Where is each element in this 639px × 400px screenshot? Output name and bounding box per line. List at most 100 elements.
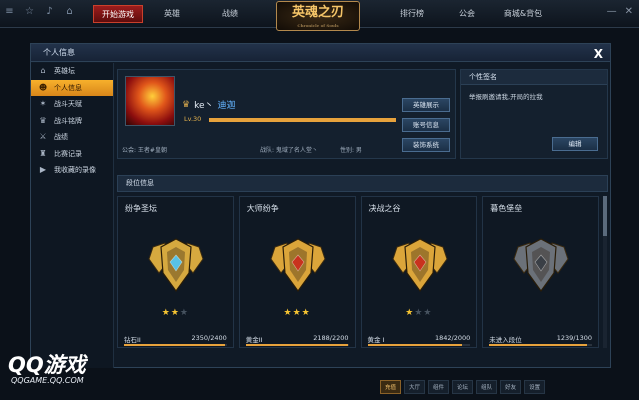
sidebar-item-hero-altar[interactable]: ⌂ 英雄坛 bbox=[31, 63, 113, 80]
rank-progress-bar bbox=[489, 344, 592, 346]
sidebar-item-records[interactable]: ⚔ 战绩 bbox=[31, 129, 113, 146]
star-icon: ★ bbox=[161, 308, 171, 318]
logo-text: 英魂之刃 bbox=[291, 5, 344, 20]
rank-points: 2188/2200 bbox=[313, 334, 349, 342]
player-name-text: ke丶 bbox=[194, 101, 214, 111]
close-window-icon[interactable]: ✕ bbox=[625, 6, 633, 17]
hero-showcase-button[interactable]: 英雄展示 bbox=[402, 98, 450, 112]
sidebar-item-match-history[interactable]: ♜ 比赛记录 bbox=[31, 146, 113, 163]
nav-leaderboard[interactable]: 排行榜 bbox=[395, 5, 429, 23]
level-progress-fill bbox=[209, 118, 396, 122]
nav-start-game[interactable]: 开始游戏 bbox=[93, 5, 143, 23]
nav-shop-bag[interactable]: 商城&背包 bbox=[499, 5, 547, 23]
profile-panel: ♛ ke丶 迪迦 Lv.30 公会: 王者#皇朝 战队: 鬼域了名人堂丶 性别:… bbox=[117, 69, 456, 159]
rank-tier: 钻石II bbox=[124, 336, 141, 344]
nav-records[interactable]: 战绩 bbox=[213, 5, 247, 23]
nav-guild[interactable]: 公会 bbox=[453, 5, 481, 23]
settings-button[interactable]: 设置 bbox=[524, 380, 546, 394]
player-name: ♛ ke丶 迪迦 bbox=[182, 98, 236, 112]
trophy-icon: ♜ bbox=[39, 148, 47, 158]
dialog-title-bar: 个人信息 X bbox=[31, 44, 610, 62]
rank-tier: 未进入段位 bbox=[489, 336, 522, 344]
rank-progress-fill bbox=[367, 344, 463, 346]
rank-progress-bar bbox=[245, 344, 349, 346]
rank-points: 2350/2400 bbox=[191, 334, 227, 342]
bell-icon[interactable]: ♪ bbox=[44, 6, 55, 17]
sidebar-item-label: 我收藏的录像 bbox=[54, 166, 96, 175]
person-icon: ☻ bbox=[38, 82, 48, 92]
rank-points: 1239/1300 bbox=[556, 334, 592, 342]
badge-icon: ♛ bbox=[39, 115, 47, 125]
gold-rank-emblem-icon bbox=[391, 238, 448, 293]
minimize-icon[interactable]: — bbox=[607, 6, 617, 17]
window-controls: — ✕ bbox=[607, 6, 633, 17]
level-progress-bar bbox=[209, 118, 396, 122]
gold-rank-emblem-icon bbox=[270, 238, 326, 293]
avatar[interactable] bbox=[125, 76, 175, 126]
rank-card[interactable]: 暮色堡垒 未进入段位 1239/1300 bbox=[482, 196, 599, 348]
guild-info: 公会: 王者#皇朝 bbox=[122, 147, 167, 154]
sidebar-item-talent[interactable]: ✶ 战斗天赋 bbox=[31, 96, 113, 113]
video-icon: ▶ bbox=[39, 165, 47, 175]
recharge-button[interactable]: 充值 bbox=[380, 380, 402, 394]
scrollbar-thumb[interactable] bbox=[603, 196, 607, 236]
sidebar-item-personal-info[interactable]: ☻ 个人信息 bbox=[31, 79, 113, 96]
account-info-button[interactable]: 账号信息 bbox=[402, 118, 450, 132]
rank-card[interactable]: 纷争圣坛 ★★★ 钻石II 2350/2400 bbox=[117, 196, 234, 348]
rank-scrollbar[interactable] bbox=[603, 196, 607, 348]
talent-icon: ✶ bbox=[39, 99, 47, 109]
sidebar-item-label: 英雄坛 bbox=[54, 67, 75, 76]
star-icon[interactable]: ☆ bbox=[24, 6, 35, 17]
dialog-close-button[interactable]: X bbox=[594, 45, 603, 63]
edit-signature-button[interactable]: 编辑 bbox=[552, 137, 598, 151]
lobby-button[interactable]: 大厅 bbox=[404, 380, 426, 394]
rank-mode-title: 暮色堡垒 bbox=[490, 204, 523, 213]
star-icon: ★ bbox=[179, 308, 189, 318]
sidebar-item-label: 个人信息 bbox=[54, 83, 82, 92]
dialog-title: 个人信息 bbox=[43, 48, 75, 57]
rank-mode-title: 决战之谷 bbox=[368, 204, 401, 213]
level-label: Lv.30 bbox=[184, 115, 202, 123]
temple-icon: ⌂ bbox=[40, 66, 46, 76]
rank-mode-title: 纷争圣坛 bbox=[125, 204, 157, 213]
sidebar-item-label: 战绩 bbox=[54, 133, 68, 142]
qq-game-watermark: QQ游戏 bbox=[8, 353, 86, 377]
qq-game-site: QQGAME.QQ.COM bbox=[11, 376, 84, 385]
star-icon: ★ bbox=[170, 308, 180, 318]
rank-progress-bar bbox=[367, 344, 471, 346]
rank-stars: ★★★ bbox=[118, 308, 233, 318]
sidebar-item-saved-videos[interactable]: ▶ 我收藏的录像 bbox=[31, 162, 113, 179]
rank-stars: ★★★ bbox=[362, 308, 477, 318]
nav-heroes[interactable]: 英雄 bbox=[155, 5, 189, 23]
components-button[interactable]: 组件 bbox=[428, 380, 450, 394]
home-icon[interactable]: ⌂ bbox=[64, 6, 75, 17]
diamond-rank-emblem-icon bbox=[148, 238, 204, 293]
rank-tier: 黄金 I bbox=[367, 336, 385, 344]
sidebar: ⌂ 英雄坛 ☻ 个人信息 ✶ 战斗天赋 ♛ 战斗铭牌 ⚔ 战绩 ♜ 比赛记录 ▶… bbox=[31, 63, 114, 368]
signature-panel: 个性签名 举报刷邀请我,开局的拉我 编辑 bbox=[460, 69, 608, 159]
rank-footer: 黄金II 2188/2200 bbox=[246, 334, 349, 344]
decoration-system-button[interactable]: 装饰系统 bbox=[402, 138, 450, 152]
star-icon: ★ bbox=[405, 308, 415, 318]
friends-button[interactable]: 好友 bbox=[500, 380, 522, 394]
star-icon: ★ bbox=[292, 308, 302, 318]
rank-card[interactable]: 决战之谷 ★★★ 黄金 I 1842/2000 bbox=[360, 196, 478, 348]
logo-subtitle: Chronicle of Souls bbox=[297, 23, 339, 28]
top-left-icons: ≡ ☆ ♪ ⌂ bbox=[4, 6, 75, 17]
star-icon: ★ bbox=[283, 308, 293, 318]
rank-points: 1842/2000 bbox=[434, 334, 471, 342]
rank-footer: 黄金 I 1842/2000 bbox=[368, 334, 471, 344]
rank-section-header: 段位信息 bbox=[117, 175, 608, 192]
team-button[interactable]: 组队 bbox=[476, 380, 498, 394]
unranked-emblem-icon bbox=[513, 238, 569, 293]
star-icon: ★ bbox=[423, 308, 433, 318]
rank-footer: 钻石II 2350/2400 bbox=[124, 334, 227, 344]
sidebar-item-nameplate[interactable]: ♛ 战斗铭牌 bbox=[31, 113, 113, 130]
forum-button[interactable]: 论坛 bbox=[452, 380, 474, 394]
rank-progress-fill bbox=[124, 344, 225, 346]
rank-card[interactable]: 大师纷争 ★★★ 黄金II 2188/2200 bbox=[238, 196, 356, 348]
menu-icon[interactable]: ≡ bbox=[4, 6, 15, 17]
sidebar-item-label: 比赛记录 bbox=[54, 149, 82, 158]
game-logo: 英魂之刃 Chronicle of Souls bbox=[276, 1, 360, 31]
bottom-toolbar: 充值 大厅 组件 论坛 组队 好友 设置 bbox=[380, 380, 546, 394]
